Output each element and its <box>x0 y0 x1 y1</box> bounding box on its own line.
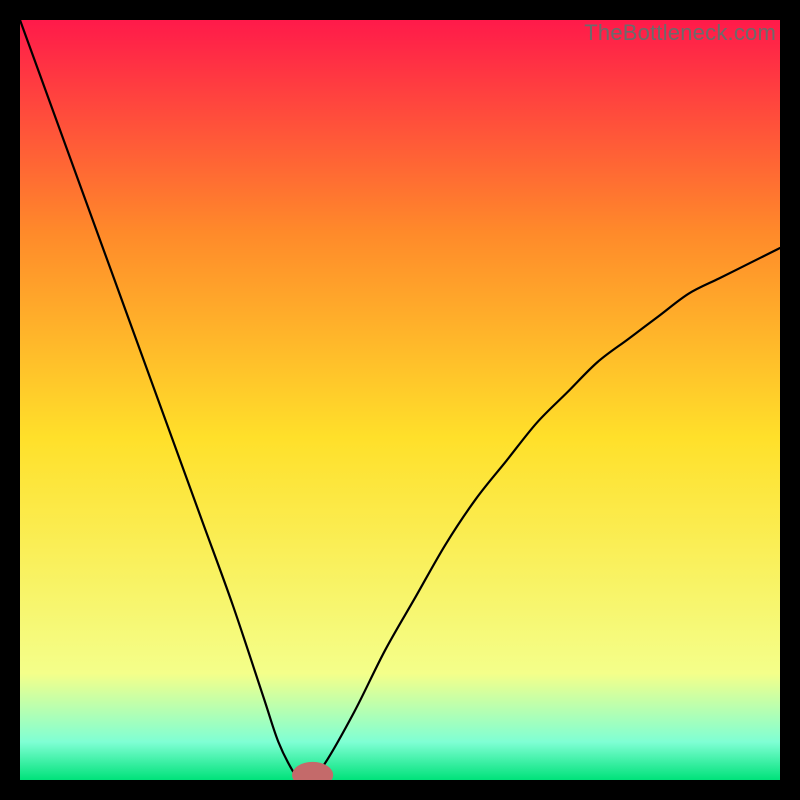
gradient-background <box>20 20 780 780</box>
watermark-text: TheBottleneck.com <box>584 20 776 46</box>
chart-frame: TheBottleneck.com <box>20 20 780 780</box>
bottleneck-chart <box>20 20 780 780</box>
